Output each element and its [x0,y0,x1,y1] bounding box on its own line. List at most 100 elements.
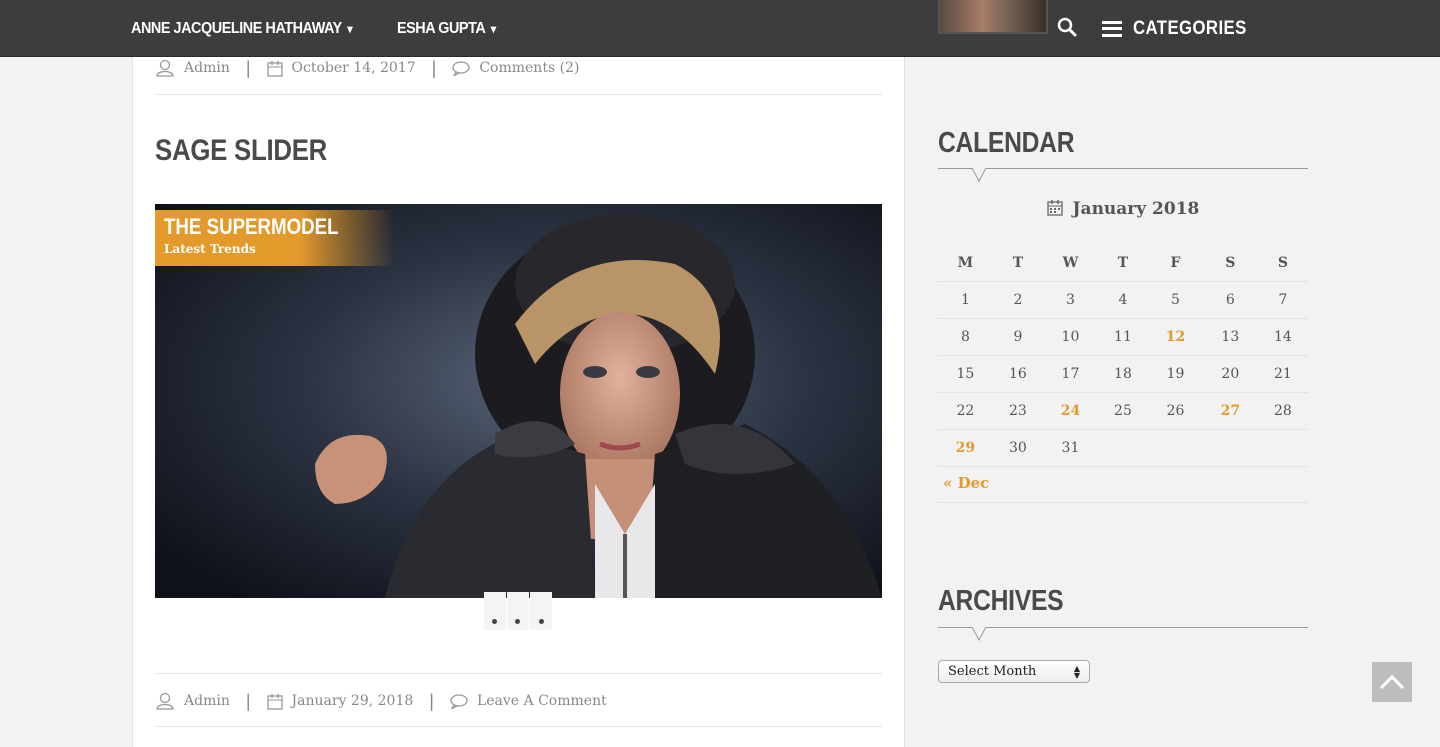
caret-down-icon: ▾ [490,21,496,36]
calendar-week-row: 22 23 24 25 26 27 28 [938,392,1308,430]
weekday-header: T [1097,245,1149,282]
calendar-day: 6 [1202,281,1258,319]
menu-item-esha-gupta[interactable]: ESHA GUPTA ▾ [397,20,496,38]
date-text: January 29, 2018 [291,693,414,709]
post-comments-link[interactable]: Comments (2) [452,60,579,76]
calendar-week-row: 1234567 [938,281,1308,319]
underline-notch-icon [972,627,986,641]
author-name: Admin [184,693,230,709]
chevron-up-icon [1379,674,1405,690]
calendar-day: 7 [1257,281,1308,319]
post-author[interactable]: Admin [155,692,230,710]
calendar-day: 17 [1043,355,1098,393]
archives-widget-title: ARCHIVES [938,585,1064,617]
slide-caption-subtitle: Latest Trends [164,242,256,256]
widget-title-underline [938,168,1308,169]
widget-title-underline [938,627,1308,628]
weekday-header: S [1202,245,1258,282]
weekday-header: M [938,245,993,282]
post-author[interactable]: Admin [155,59,230,77]
slide-caption: THE SUPERMODEL Latest Trends [155,210,395,266]
menu-item-label: ANNE JACQUELINE HATHAWAY [131,19,342,37]
date-text: October 14, 2017 [291,60,416,76]
calendar-month: January 2018 [1072,199,1200,219]
primary-menu: ANNE JACQUELINE HATHAWAY ▾ ESHA GUPTA ▾ [131,0,526,57]
calendar-day: 14 [1257,318,1308,356]
calendar-week-row: 15 16 17 18 19 20 21 [938,355,1308,393]
menu-item-anne-jacqueline-hathaway[interactable]: ANNE JACQUELINE HATHAWAY ▾ [131,19,353,38]
calendar-day: 4 [1097,281,1149,319]
calendar-day: 3 [1043,281,1098,319]
post-date[interactable]: January 29, 2018 [266,693,414,710]
hamburger-menu-icon [1102,20,1122,37]
calendar-day-link[interactable]: 27 [1202,392,1258,430]
calendar-prev-month-link[interactable]: « Dec [943,474,989,492]
calendar-day: 19 [1148,355,1203,393]
top-navigation-bar: ANNE JACQUELINE HATHAWAY ▾ ESHA GUPTA ▾ … [0,0,1440,57]
divider [155,673,882,674]
meta-separator: | [429,690,434,711]
calendar-week-row: 8 9 10 11 12 13 14 [938,318,1308,356]
calendar-day: 25 [1097,392,1149,430]
underline-notch-icon [972,168,986,182]
select-value: Select Month [948,664,1037,679]
calendar-day: 8 [938,318,993,356]
slider-dot[interactable] [530,592,553,630]
calendar-day: 2 [992,281,1044,319]
slider-pagination [483,592,553,636]
meta-separator: | [245,57,251,78]
calendar-day-link[interactable]: 12 [1148,318,1203,356]
author-name: Admin [184,60,230,76]
calendar-day: 15 [938,355,993,393]
calendar-day-link[interactable]: 24 [1043,392,1098,430]
comments-text: Leave A Comment [476,693,607,709]
calendar-caption: January 2018 [938,199,1308,219]
calendar-day: 5 [1148,281,1203,319]
calendar-day: 9 [992,318,1044,356]
calendar-day: 23 [992,392,1044,430]
menu-item-label: ESHA GUPTA [396,19,486,37]
slider-dot[interactable] [483,592,506,630]
comment-icon [452,60,470,76]
archives-month-select[interactable]: Select Month ▲ ▼ [938,660,1090,683]
user-icon [156,692,174,710]
post-date[interactable]: October 14, 2017 [266,60,416,77]
post-comments-link[interactable]: Leave A Comment [450,693,607,709]
calendar-empty-cell [1148,429,1203,467]
calendar-icon [1046,200,1063,216]
divider [155,726,882,727]
calendar-icon [266,693,283,710]
categories-menu-button[interactable]: CATEGORIES [1102,0,1262,57]
weekday-header: F [1148,245,1203,282]
meta-separator: | [245,690,251,711]
calendar-day: 26 [1148,392,1203,430]
search-icon[interactable] [1057,17,1079,39]
calendar-weekday-row: M T W T F S S [938,245,1308,282]
calendar-day: 22 [938,392,993,430]
divider [938,502,1308,503]
back-to-top-button[interactable] [1372,662,1412,702]
calendar-empty-cell [1097,429,1149,467]
calendar-table: M T W T F S S 1 2 3 4 5 6 7 8 9 10 11 12 13 14 15 16 17 1… [938,245,1308,467]
calendar-widget-title: CALENDAR [938,127,1075,159]
calendar-week-row: 29 30 31 [938,429,1308,467]
post-title[interactable]: SAGE SLIDER [155,134,327,168]
header-thumbnail-image [938,0,1048,34]
calendar-day: 10 [1043,318,1098,356]
calendar-day: 18 [1097,355,1149,393]
calendar-day: 1 [938,281,993,319]
calendar-empty-cell [1202,429,1258,467]
comments-text: Comments (2) [479,60,580,76]
categories-label: CATEGORIES [1133,17,1247,39]
meta-separator: | [431,57,437,78]
slide-caption-title: THE SUPERMODEL [164,214,339,239]
comment-icon [450,693,468,709]
calendar-day: 28 [1257,392,1308,430]
user-icon [156,59,174,77]
slider-dot[interactable] [506,592,529,630]
post-meta: Admin | January 29, 2018 | Leave A Comme… [155,686,607,716]
calendar-day-link[interactable]: 29 [938,429,993,467]
weekday-header: S [1257,245,1308,282]
calendar-empty-cell [1257,429,1308,467]
calendar-day: 11 [1097,318,1149,356]
